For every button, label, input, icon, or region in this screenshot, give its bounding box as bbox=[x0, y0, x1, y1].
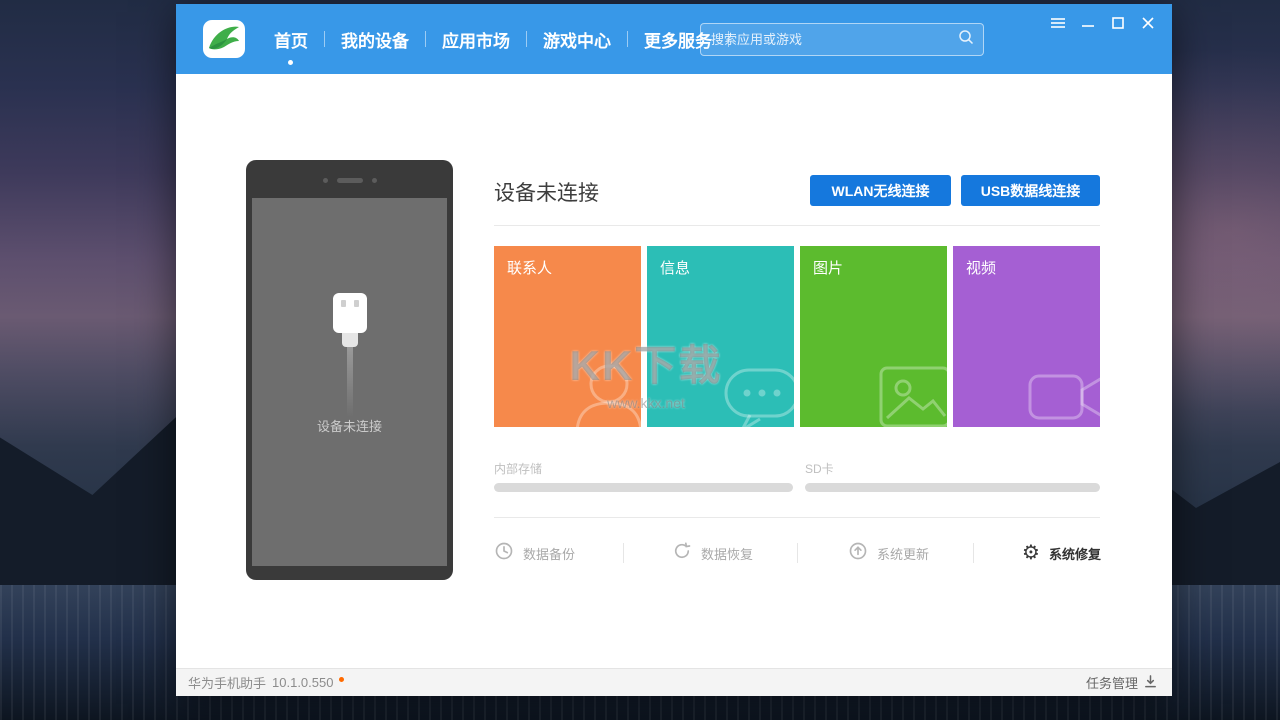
feature-data-restore[interactable]: 数据恢复 bbox=[672, 540, 753, 566]
feature-divider bbox=[623, 543, 624, 563]
connection-status-title: 设备未连接 bbox=[494, 177, 599, 207]
feature-system-repair[interactable]: ⚙ 系统修复 bbox=[1022, 540, 1101, 566]
gear-icon: ⚙ bbox=[1022, 543, 1040, 563]
phone-screen: 设备未连接 bbox=[252, 198, 447, 566]
sd-card-bar bbox=[805, 483, 1100, 492]
feature-system-update[interactable]: 系统更新 bbox=[848, 540, 929, 566]
message-icon bbox=[712, 346, 794, 427]
nav-item-game-center[interactable]: 游戏中心 bbox=[527, 4, 627, 74]
restore-refresh-icon bbox=[672, 541, 692, 566]
nav-item-label: 应用市场 bbox=[442, 27, 510, 52]
feature-label: 系统更新 bbox=[877, 544, 929, 563]
wlan-connect-button[interactable]: WLAN无线连接 bbox=[810, 175, 951, 206]
feature-label: 系统修复 bbox=[1049, 544, 1101, 563]
tile-label: 视频 bbox=[966, 257, 996, 278]
app-name: 华为手机助手 bbox=[188, 673, 266, 692]
sd-card-label: SD卡 bbox=[805, 460, 834, 477]
internal-storage-bar bbox=[494, 483, 793, 492]
usb-plug-icon bbox=[330, 293, 370, 417]
backup-clock-icon bbox=[494, 541, 514, 566]
search-icon[interactable] bbox=[958, 29, 974, 50]
download-tray-icon bbox=[1143, 674, 1158, 692]
feature-divider bbox=[797, 543, 798, 563]
menu-icon[interactable] bbox=[1048, 14, 1068, 32]
window-controls bbox=[1048, 14, 1158, 32]
main-content: 设备未连接 设备未连接 WLAN无线连接 USB数据线连接 联系人 bbox=[176, 74, 1172, 668]
feature-label: 数据备份 bbox=[523, 544, 575, 563]
phone-speaker bbox=[246, 177, 453, 183]
phone-status-text: 设备未连接 bbox=[252, 416, 447, 435]
close-icon[interactable] bbox=[1138, 14, 1158, 32]
app-window: 首页 我的设备 应用市场 游戏中心 更多服务 bbox=[176, 4, 1172, 696]
feature-label: 数据恢复 bbox=[701, 544, 753, 563]
tile-label: 图片 bbox=[813, 257, 843, 278]
tile-pictures[interactable]: 图片 bbox=[800, 246, 947, 427]
phone-illustration: 设备未连接 bbox=[246, 160, 453, 580]
divider bbox=[494, 225, 1100, 226]
feature-divider bbox=[973, 543, 974, 563]
app-version-info: 华为手机助手 10.1.0.550 bbox=[188, 673, 344, 692]
minimize-icon[interactable] bbox=[1078, 14, 1098, 32]
hisuite-logo-icon bbox=[202, 18, 246, 60]
nav-item-label: 游戏中心 bbox=[543, 27, 611, 52]
task-manager-label: 任务管理 bbox=[1086, 673, 1138, 692]
desktop-background: 首页 我的设备 应用市场 游戏中心 更多服务 bbox=[0, 0, 1280, 720]
usb-connect-button[interactable]: USB数据线连接 bbox=[961, 175, 1100, 206]
search-input[interactable] bbox=[701, 24, 958, 55]
tile-label: 联系人 bbox=[507, 257, 552, 278]
nav-item-home[interactable]: 首页 bbox=[258, 4, 324, 74]
tile-label: 信息 bbox=[660, 257, 690, 278]
app-version: 10.1.0.550 bbox=[272, 675, 333, 690]
video-icon bbox=[1018, 346, 1100, 427]
top-navbar: 首页 我的设备 应用市场 游戏中心 更多服务 bbox=[176, 4, 1172, 74]
maximize-icon[interactable] bbox=[1108, 14, 1128, 32]
internal-storage-label: 内部存储 bbox=[494, 460, 542, 477]
contacts-icon bbox=[559, 346, 641, 427]
divider bbox=[494, 517, 1100, 518]
update-arrow-icon bbox=[848, 541, 868, 566]
active-tab-dot bbox=[288, 60, 293, 65]
tile-messages[interactable]: 信息 bbox=[647, 246, 794, 427]
update-notice-dot bbox=[339, 677, 344, 682]
feature-data-backup[interactable]: 数据备份 bbox=[494, 540, 575, 566]
main-navigation: 首页 我的设备 应用市场 游戏中心 更多服务 bbox=[258, 4, 729, 74]
search-box bbox=[700, 23, 984, 56]
task-manager-button[interactable]: 任务管理 bbox=[1086, 673, 1158, 692]
nav-item-app-market[interactable]: 应用市场 bbox=[426, 4, 526, 74]
tile-videos[interactable]: 视频 bbox=[953, 246, 1100, 427]
nav-item-my-device[interactable]: 我的设备 bbox=[325, 4, 425, 74]
category-tiles: 联系人 信息 bbox=[494, 246, 1100, 427]
nav-item-label: 我的设备 bbox=[341, 27, 409, 52]
picture-icon bbox=[865, 346, 947, 427]
tile-contacts[interactable]: 联系人 bbox=[494, 246, 641, 427]
nav-item-label: 首页 bbox=[274, 27, 308, 52]
footer-bar: 华为手机助手 10.1.0.550 任务管理 bbox=[176, 668, 1172, 696]
